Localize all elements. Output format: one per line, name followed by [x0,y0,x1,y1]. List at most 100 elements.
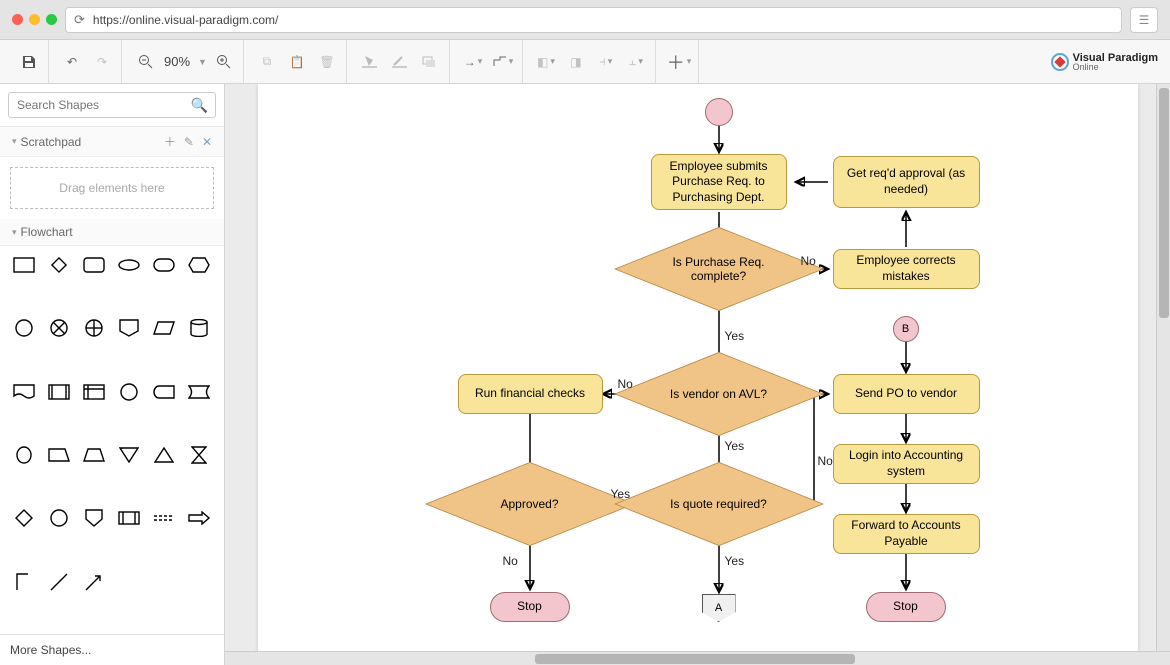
chevron-down-icon[interactable]: ▼ [198,57,207,67]
start-node[interactable] [705,98,733,126]
to-front-button: ◧▾ [533,49,559,75]
process-box6[interactable]: Login into Accounting system [833,444,980,484]
shape-hex[interactable] [185,254,213,276]
flowchart-title: Flowchart [21,225,73,239]
process-box4[interactable]: Run financial checks [458,374,603,414]
shape-ellipse-wide[interactable] [115,254,143,276]
line-color-button [387,49,413,75]
edit-scratch-icon[interactable]: ✎ [182,135,196,149]
waypoint-style-button[interactable]: ▾ [490,49,516,75]
shape-bracket[interactable] [10,571,38,593]
shape-round-side[interactable] [150,381,178,403]
save-button[interactable] [16,49,42,75]
terminator-stop1[interactable]: Stop [490,592,570,622]
horizontal-scrollbar[interactable] [225,651,1170,665]
close-scratch-icon[interactable]: ✕ [200,135,214,149]
reload-icon[interactable]: ⟳ [74,12,85,28]
shape-internal[interactable] [80,381,108,403]
terminator-stop2[interactable]: Stop [866,592,946,622]
process-box5[interactable]: Send PO to vendor [833,374,980,414]
url-bar[interactable]: ⟳ https://online.visual-paradigm.com/ [65,7,1122,33]
shape-terminator[interactable] [150,254,178,276]
browser-chrome: ⟳ https://online.visual-paradigm.com/ ☰ [0,0,1170,40]
process-box2[interactable]: Get req'd approval (as needed) [833,156,980,208]
process-box7[interactable]: Forward to Accounts Payable [833,514,980,554]
shape-hourglass[interactable] [185,444,213,466]
zoom-value: 90% [162,54,192,69]
vertical-scrollbar[interactable] [1156,84,1170,651]
shape-palette [0,246,224,634]
shape-circle-open[interactable] [10,317,38,339]
canvas-scroll[interactable]: Employee submits Purchase Req. to Purcha… [225,84,1170,651]
window-dots [12,14,57,25]
drawing-page[interactable]: Employee submits Purchase Req. to Purcha… [258,84,1138,651]
close-icon[interactable] [12,14,23,25]
shape-circle3[interactable] [45,507,73,529]
to-back-button: ◨ [563,49,589,75]
shape-trapezoid[interactable] [80,444,108,466]
decision-d4[interactable]: Is quote required? [644,474,794,534]
delete-button: 🗑 [314,49,340,75]
zoom-in-button[interactable] [211,49,237,75]
canvas-area: Employee submits Purchase Req. to Purcha… [225,84,1170,665]
maximize-icon[interactable] [46,14,57,25]
shape-doc[interactable] [10,381,38,403]
connector-b[interactable]: B [893,316,919,342]
shape-card[interactable] [115,507,143,529]
box-text: Employee submits Purchase Req. to Purcha… [660,159,778,206]
shape-line[interactable] [45,571,73,593]
shape-flag[interactable] [185,381,213,403]
decision-text: Is Purchase Req. complete? [654,255,784,283]
shape-shield[interactable] [80,507,108,529]
shape-circle2[interactable] [115,381,143,403]
scratchpad-drop-zone[interactable]: Drag elements here [10,167,214,209]
logo-icon [1051,53,1069,71]
add-scratch-icon[interactable]: ＋ [162,133,178,150]
shape-triangle-up[interactable] [150,444,178,466]
decision-text: Is vendor on AVL? [654,387,784,401]
term-text: Stop [517,599,542,615]
shape-diamond2[interactable] [10,507,38,529]
drop-zone-label: Drag elements here [59,181,164,195]
shape-triangle-down[interactable] [115,444,143,466]
undo-button[interactable]: ↶ [59,49,85,75]
process-box1[interactable]: Employee submits Purchase Req. to Purcha… [651,154,787,210]
shape-diamond[interactable] [45,254,73,276]
minimize-icon[interactable] [29,14,40,25]
shape-circle-x[interactable] [45,317,73,339]
search-shapes-input[interactable] [8,92,216,118]
hamburger-menu-button[interactable]: ☰ [1130,7,1158,33]
shape-offpage[interactable] [115,317,143,339]
shape-round-rect[interactable] [80,254,108,276]
scratchpad-section[interactable]: ▾ Scratchpad ＋ ✎ ✕ [0,127,224,157]
chevron-down-icon: ▾ [12,227,17,238]
fill-color-button [357,49,383,75]
edge-label-yes: Yes [725,554,745,568]
offpage-a[interactable]: A [702,594,736,622]
edge-label-no: No [801,254,816,268]
add-button[interactable]: ＋▾ [666,49,692,75]
shape-ellipse-tall[interactable] [10,444,38,466]
connector-style-button[interactable]: →▾ [460,49,486,75]
edge-label-no: No [503,554,518,568]
decision-d1[interactable]: Is Purchase Req. complete? [644,239,794,299]
align-button: ⫞▾ [593,49,619,75]
shape-cylinder[interactable] [185,317,213,339]
shape-trap-r[interactable] [45,444,73,466]
distribute-button: ⫠▾ [623,49,649,75]
decision-d3[interactable]: Approved? [455,474,605,534]
process-box3[interactable]: Employee corrects mistakes [833,249,980,289]
shape-parallelogram[interactable] [150,317,178,339]
decision-d2[interactable]: Is vendor on AVL? [644,364,794,424]
shape-dashes[interactable] [150,507,178,529]
shape-rect[interactable] [10,254,38,276]
shape-arrow[interactable] [185,507,213,529]
shape-predefined[interactable] [45,381,73,403]
flowchart-section[interactable]: ▾ Flowchart [0,219,224,246]
search-icon[interactable]: 🔍 [191,97,208,114]
more-shapes-button[interactable]: More Shapes... [0,634,224,665]
shape-circle-plus[interactable] [80,317,108,339]
shapes-sidebar: 🔍 ▾ Scratchpad ＋ ✎ ✕ Drag elements here … [0,84,225,665]
shape-arrow-line[interactable] [80,571,108,593]
zoom-out-button[interactable] [132,49,158,75]
